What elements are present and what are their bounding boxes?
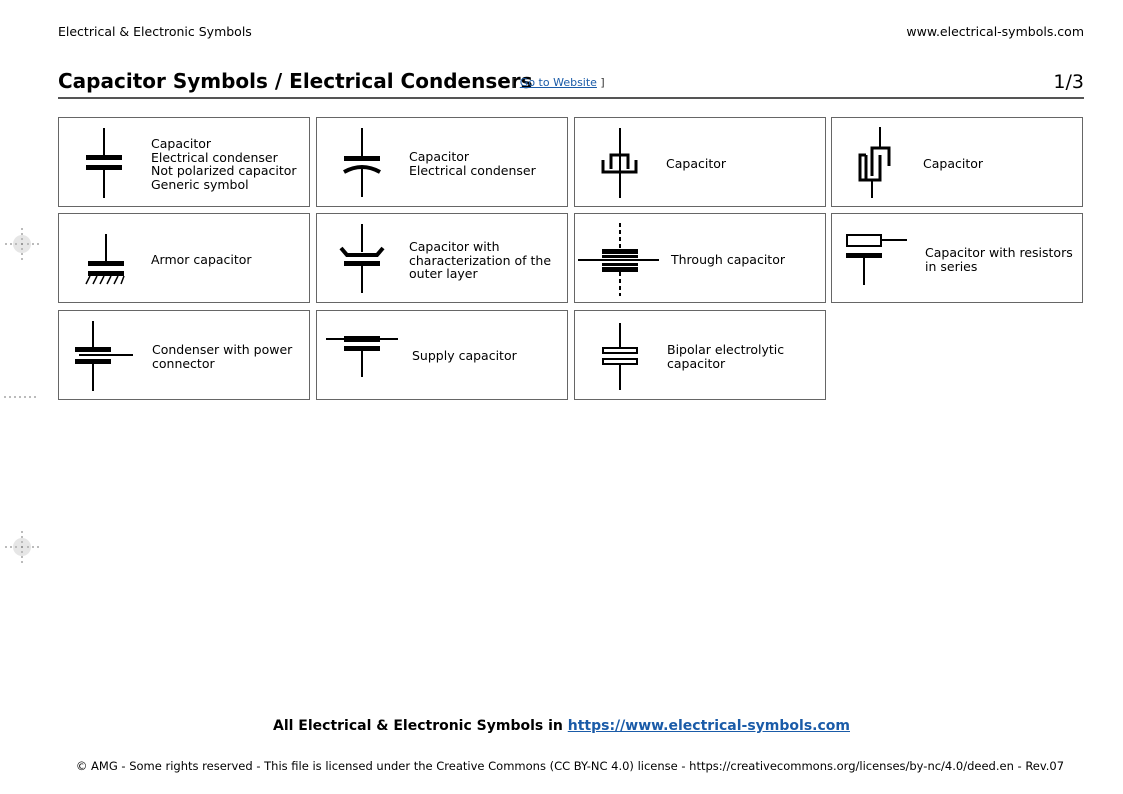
symbol-cell-capacitor-curved: Capacitor Electrical condenser — [316, 117, 568, 207]
crosshair-marker-icon — [5, 531, 39, 563]
symbol-label: Capacitor — [666, 157, 726, 171]
symbol-label: Supply capacitor — [412, 349, 517, 363]
label-line: Generic symbol — [151, 176, 249, 192]
symbol-cell-bipolar-electrolytic-capacitor: Bipolar electrolytic capacitor — [574, 310, 826, 400]
label-line: capacitor — [667, 355, 726, 371]
label-line: Capacitor with — [409, 239, 500, 254]
symbol-label: Capacitor with resistors in series — [925, 246, 1073, 273]
label-line: Condenser with power — [152, 342, 293, 357]
label-line: Armor capacitor — [151, 252, 252, 267]
symbol-cell-capacitor-outer-layer: Capacitor with characterization of the o… — [316, 213, 568, 303]
label-line: Electrical condenser — [151, 149, 278, 165]
symbol-cell-through-capacitor: Through capacitor — [574, 213, 826, 303]
footer-promo: All Electrical & Electronic Symbols in h… — [0, 718, 1123, 734]
label-line: Capacitor — [409, 149, 470, 164]
label-line: Capacitor — [923, 156, 984, 171]
symbol-label: Condenser with power connector — [152, 343, 292, 370]
footer-promo-text: All Electrical & Electronic Symbols in — [272, 718, 568, 734]
footer-copyright: © AMG - Some rights reserved - This file… — [75, 759, 1065, 773]
label-line: Through capacitor — [671, 252, 785, 267]
title-bar: Capacitor Symbols / Electrical Condenser… — [58, 68, 1084, 99]
label-line: Bipolar electrolytic — [667, 342, 785, 357]
symbol-cell-armor-capacitor: Armor capacitor — [58, 213, 310, 303]
bracket-close: ] — [596, 76, 605, 89]
symbol-label: Capacitor with characterization of the o… — [409, 240, 551, 281]
page-number: 1/3 — [1053, 71, 1084, 93]
label-line: Capacitor — [151, 136, 212, 151]
symbol-label: Capacitor — [923, 157, 983, 171]
symbol-label: Capacitor Electrical condenser — [409, 150, 536, 177]
crosshair-marker-icon — [5, 228, 39, 260]
symbol-label: Through capacitor — [671, 253, 785, 267]
go-to-website-link[interactable]: Go to Website — [520, 76, 597, 89]
bracket-open: [ — [512, 76, 520, 89]
label-line: Capacitor — [666, 156, 727, 171]
symbol-label: Capacitor Electrical condenser Not polar… — [151, 137, 297, 191]
symbol-cell-capacitor-generic: Capacitor Electrical condenser Not polar… — [58, 117, 310, 207]
label-line: in series — [925, 258, 978, 274]
label-line: outer layer — [409, 266, 478, 281]
symbol-cell-capacitor-meander: Capacitor — [831, 117, 1083, 207]
go-to-website: [ Go to Website ] — [512, 76, 605, 89]
footer-website-link[interactable]: https://www.electrical-symbols.com — [568, 718, 850, 734]
symbol-label: Bipolar electrolytic capacitor — [667, 343, 784, 370]
dotted-marker-icon — [4, 396, 36, 398]
symbol-cell-capacitor-resistors-series: Capacitor with resistors in series — [831, 213, 1083, 303]
label-line: connector — [152, 355, 215, 371]
label-line: characterization of the — [409, 252, 552, 268]
label-line: Supply capacitor — [412, 348, 517, 363]
symbol-cell-supply-capacitor: Supply capacitor — [316, 310, 568, 400]
header-site-name: Electrical & Electronic Symbols — [58, 24, 252, 39]
symbol-cell-condenser-power-connector: Condenser with power connector — [58, 310, 310, 400]
page-title: Capacitor Symbols / Electrical Condenser… — [58, 69, 533, 93]
label-line: Not polarized capacitor — [151, 163, 297, 178]
header-site-url: www.electrical-symbols.com — [906, 24, 1084, 39]
label-line: Electrical condenser — [409, 162, 536, 178]
symbol-cell-capacitor-interlocked: Capacitor — [574, 117, 826, 207]
label-line: Capacitor with resistors — [925, 245, 1073, 260]
symbol-label: Armor capacitor — [151, 253, 252, 267]
